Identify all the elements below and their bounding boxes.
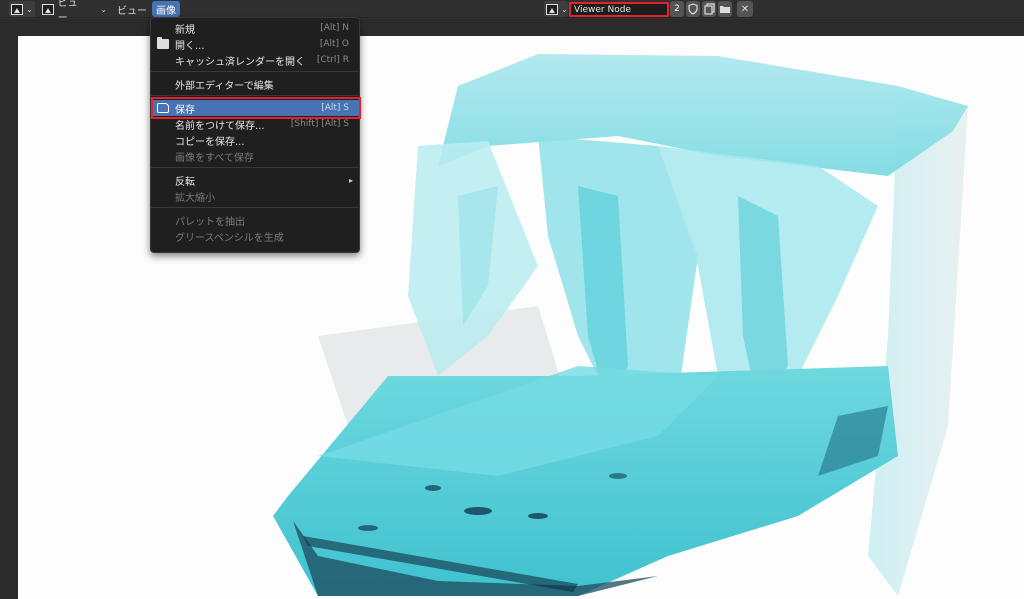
chevron-down-icon: ⌄ xyxy=(100,4,107,14)
menu-item-label: 開く... xyxy=(175,40,205,52)
menu-item-save-copy[interactable]: コピーを保存... xyxy=(151,132,359,148)
image-browse-icon xyxy=(546,3,558,15)
menu-item-shortcut: [Alt] S xyxy=(321,103,349,113)
shield-icon[interactable] xyxy=(686,1,700,17)
image-editor-header: ⌄ ビュー ⌄ ビュー 画像 ⌄ Viewer Node 2 ✕ xyxy=(0,0,1024,24)
menu-item-save-all: 画像をすべて保存 xyxy=(151,148,359,164)
editor-type-button[interactable]: ⌄ xyxy=(9,1,35,17)
menu-item-flip[interactable]: 反転 ▸ xyxy=(151,172,359,188)
menu-item-resize: 拡大縮小 xyxy=(151,188,359,204)
save-icon xyxy=(157,103,169,113)
close-icon[interactable]: ✕ xyxy=(737,1,753,17)
image-editor-icon xyxy=(11,3,23,15)
view-menu[interactable]: ビュー xyxy=(113,1,147,17)
menu-item-open[interactable]: 開く... [Alt] O xyxy=(151,36,359,52)
image-name-field[interactable]: Viewer Node xyxy=(569,2,669,17)
menu-item-label: キャッシュ済レンダーを開く xyxy=(175,56,305,68)
chevron-down-icon: ⌄ xyxy=(561,4,568,14)
menu-item-save[interactable]: 保存 [Alt] S xyxy=(151,100,359,116)
menu-item-label: グリースペンシルを生成 xyxy=(175,232,284,244)
image-menu-dropdown: 新規 [Alt] N 開く... [Alt] O キャッシュ済レンダーを開く [… xyxy=(150,17,361,253)
submenu-arrow-icon: ▸ xyxy=(348,175,353,185)
users-count[interactable]: 2 xyxy=(670,1,684,17)
menu-item-open-cached-render[interactable]: キャッシュ済レンダーを開く [Ctrl] R xyxy=(151,52,359,68)
menu-separator xyxy=(151,167,359,168)
menu-item-label: 新規 xyxy=(175,24,195,36)
duplicate-icon[interactable] xyxy=(702,1,716,17)
image-menu[interactable]: 画像 xyxy=(152,1,180,17)
menu-item-label: 画像をすべて保存 xyxy=(175,152,254,164)
menu-item-shortcut: [Alt] N xyxy=(320,23,349,33)
menu-item-label: パレットを抽出 xyxy=(175,216,245,228)
menu-separator xyxy=(151,207,359,208)
menu-separator xyxy=(151,95,359,96)
menu-item-extract-palette: パレットを抽出 xyxy=(151,212,359,228)
menu-item-shortcut: [Ctrl] R xyxy=(316,55,349,65)
folder-icon[interactable] xyxy=(718,1,732,17)
menu-item-label: 外部エディターで編集 xyxy=(175,80,274,92)
menu-item-edit-externally[interactable]: 外部エディターで編集 xyxy=(151,76,359,92)
browse-image-button[interactable]: ⌄ xyxy=(544,1,568,17)
menu-item-label: コピーを保存... xyxy=(175,136,245,148)
menu-item-label: 拡大縮小 xyxy=(175,192,215,204)
menu-separator xyxy=(151,71,359,72)
menu-item-label: 反転 xyxy=(175,176,195,188)
chevron-down-icon: ⌄ xyxy=(26,4,33,14)
view-mode-dropdown[interactable]: ビュー ⌄ xyxy=(39,0,107,24)
image-view-icon xyxy=(42,3,54,15)
menu-item-generate-grease-pencil: グリースペンシルを生成 xyxy=(151,228,359,244)
folder-icon xyxy=(157,37,169,49)
menu-item-new[interactable]: 新規 [Alt] N xyxy=(151,20,359,36)
menu-item-shortcut: [Shift] [Alt] S xyxy=(290,119,349,129)
menu-item-shortcut: [Alt] O xyxy=(319,39,349,49)
menu-item-label: 保存 xyxy=(175,104,195,116)
image-menu-label: 画像 xyxy=(156,5,176,17)
menu-item-save-as[interactable]: 名前をつけて保存... [Shift] [Alt] S xyxy=(151,116,359,132)
view-menu-label: ビュー xyxy=(117,5,147,17)
menu-item-label: 名前をつけて保存... xyxy=(175,120,265,132)
